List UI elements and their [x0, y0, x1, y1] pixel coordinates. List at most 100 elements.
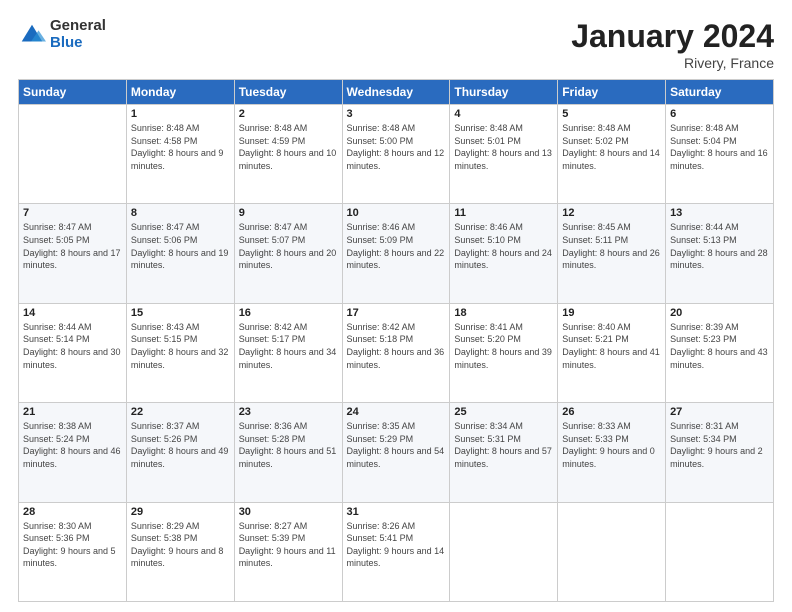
calendar-cell: 15 Sunrise: 8:43 AMSunset: 5:15 PMDayligh…	[126, 303, 234, 402]
day-info: Sunrise: 8:36 AMSunset: 5:28 PMDaylight:…	[239, 420, 338, 470]
day-info: Sunrise: 8:45 AMSunset: 5:11 PMDaylight:…	[562, 221, 661, 271]
day-info: Sunrise: 8:48 AMSunset: 5:01 PMDaylight:…	[454, 122, 553, 172]
day-number: 12	[562, 207, 661, 219]
day-number: 1	[131, 108, 230, 120]
day-info: Sunrise: 8:47 AMSunset: 5:06 PMDaylight:…	[131, 221, 230, 271]
day-info: Sunrise: 8:29 AMSunset: 5:38 PMDaylight:…	[131, 520, 230, 570]
day-info: Sunrise: 8:48 AMSunset: 4:58 PMDaylight:…	[131, 122, 230, 172]
calendar-cell	[558, 502, 666, 601]
day-number: 13	[670, 207, 769, 219]
calendar-cell: 2 Sunrise: 8:48 AMSunset: 4:59 PMDaylight…	[234, 105, 342, 204]
calendar-cell: 23Sunrise: 8:36 AMSunset: 5:28 PMDayligh…	[234, 403, 342, 502]
calendar-cell: 13 Sunrise: 8:44 AMSunset: 5:13 PMDayligh…	[666, 204, 774, 303]
week-row-1: 1 Sunrise: 8:48 AMSunset: 4:58 PMDaylight…	[19, 105, 774, 204]
day-info: Sunrise: 8:27 AMSunset: 5:39 PMDaylight:…	[239, 520, 338, 570]
day-info: Sunrise: 8:47 AMSunset: 5:07 PMDaylight:…	[239, 221, 338, 271]
day-info: Sunrise: 8:38 AMSunset: 5:24 PMDaylight:…	[23, 420, 122, 470]
day-info: Sunrise: 8:42 AMSunset: 5:18 PMDaylight:…	[347, 321, 446, 371]
day-number: 30	[239, 506, 338, 518]
day-info: Sunrise: 8:34 AMSunset: 5:31 PMDaylight:…	[454, 420, 553, 470]
day-info: Sunrise: 8:43 AMSunset: 5:15 PMDaylight:…	[131, 321, 230, 371]
calendar-cell: 28 Sunrise: 8:30 AMSunset: 5:36 PMDayligh…	[19, 502, 127, 601]
calendar-cell: 26Sunrise: 8:33 AMSunset: 5:33 PMDayligh…	[558, 403, 666, 502]
calendar-cell: 29Sunrise: 8:29 AMSunset: 5:38 PMDayligh…	[126, 502, 234, 601]
calendar-cell: 22 Sunrise: 8:37 AMSunset: 5:26 PMDayligh…	[126, 403, 234, 502]
page: General Blue January 2024 Rivery, France…	[0, 0, 792, 612]
calendar-cell: 14 Sunrise: 8:44 AMSunset: 5:14 PMDayligh…	[19, 303, 127, 402]
calendar-table: Sunday Monday Tuesday Wednesday Thursday…	[18, 79, 774, 602]
logo-general: General	[50, 18, 106, 35]
calendar-cell: 21 Sunrise: 8:38 AMSunset: 5:24 PMDayligh…	[19, 403, 127, 502]
day-number: 17	[347, 307, 446, 319]
calendar-cell: 18Sunrise: 8:41 AMSunset: 5:20 PMDayligh…	[450, 303, 558, 402]
day-number: 8	[131, 207, 230, 219]
col-sunday: Sunday	[19, 80, 127, 105]
day-info: Sunrise: 8:41 AMSunset: 5:20 PMDaylight:…	[454, 321, 553, 371]
day-info: Sunrise: 8:48 AMSunset: 5:04 PMDaylight:…	[670, 122, 769, 172]
calendar-cell: 12 Sunrise: 8:45 AMSunset: 5:11 PMDayligh…	[558, 204, 666, 303]
calendar-cell: 4 Sunrise: 8:48 AMSunset: 5:01 PMDaylight…	[450, 105, 558, 204]
calendar-cell: 24Sunrise: 8:35 AMSunset: 5:29 PMDayligh…	[342, 403, 450, 502]
calendar-cell: 8 Sunrise: 8:47 AMSunset: 5:06 PMDaylight…	[126, 204, 234, 303]
day-info: Sunrise: 8:48 AMSunset: 5:02 PMDaylight:…	[562, 122, 661, 172]
calendar-cell	[666, 502, 774, 601]
day-info: Sunrise: 8:40 AMSunset: 5:21 PMDaylight:…	[562, 321, 661, 371]
day-number: 28	[23, 506, 122, 518]
day-number: 26	[562, 406, 661, 418]
logo-icon	[18, 21, 46, 49]
day-info: Sunrise: 8:31 AMSunset: 5:34 PMDaylight:…	[670, 420, 769, 470]
calendar-cell: 17 Sunrise: 8:42 AMSunset: 5:18 PMDayligh…	[342, 303, 450, 402]
location: Rivery, France	[571, 55, 774, 71]
header-row: Sunday Monday Tuesday Wednesday Thursday…	[19, 80, 774, 105]
calendar-cell: 10 Sunrise: 8:46 AMSunset: 5:09 PMDayligh…	[342, 204, 450, 303]
calendar-cell	[19, 105, 127, 204]
calendar-cell: 6 Sunrise: 8:48 AMSunset: 5:04 PMDaylight…	[666, 105, 774, 204]
day-number: 21	[23, 406, 122, 418]
day-number: 9	[239, 207, 338, 219]
logo-blue: Blue	[50, 35, 106, 52]
day-number: 6	[670, 108, 769, 120]
col-wednesday: Wednesday	[342, 80, 450, 105]
header: General Blue January 2024 Rivery, France	[18, 18, 774, 71]
day-info: Sunrise: 8:44 AMSunset: 5:14 PMDaylight:…	[23, 321, 122, 371]
logo-text: General Blue	[50, 18, 106, 51]
day-info: Sunrise: 8:46 AMSunset: 5:10 PMDaylight:…	[454, 221, 553, 271]
calendar-cell: 9 Sunrise: 8:47 AMSunset: 5:07 PMDaylight…	[234, 204, 342, 303]
day-number: 2	[239, 108, 338, 120]
day-number: 16	[239, 307, 338, 319]
day-number: 31	[347, 506, 446, 518]
day-info: Sunrise: 8:35 AMSunset: 5:29 PMDaylight:…	[347, 420, 446, 470]
col-saturday: Saturday	[666, 80, 774, 105]
day-number: 20	[670, 307, 769, 319]
calendar-cell: 20 Sunrise: 8:39 AMSunset: 5:23 PMDayligh…	[666, 303, 774, 402]
main-title: January 2024	[571, 18, 774, 55]
day-info: Sunrise: 8:30 AMSunset: 5:36 PMDaylight:…	[23, 520, 122, 570]
day-number: 4	[454, 108, 553, 120]
col-friday: Friday	[558, 80, 666, 105]
calendar-cell: 25Sunrise: 8:34 AMSunset: 5:31 PMDayligh…	[450, 403, 558, 502]
week-row-3: 14 Sunrise: 8:44 AMSunset: 5:14 PMDayligh…	[19, 303, 774, 402]
calendar-cell: 3 Sunrise: 8:48 AMSunset: 5:00 PMDaylight…	[342, 105, 450, 204]
day-number: 11	[454, 207, 553, 219]
logo: General Blue	[18, 18, 106, 51]
day-info: Sunrise: 8:48 AMSunset: 5:00 PMDaylight:…	[347, 122, 446, 172]
day-info: Sunrise: 8:39 AMSunset: 5:23 PMDaylight:…	[670, 321, 769, 371]
day-number: 7	[23, 207, 122, 219]
col-monday: Monday	[126, 80, 234, 105]
day-number: 15	[131, 307, 230, 319]
calendar-cell: 11 Sunrise: 8:46 AMSunset: 5:10 PMDayligh…	[450, 204, 558, 303]
day-info: Sunrise: 8:44 AMSunset: 5:13 PMDaylight:…	[670, 221, 769, 271]
day-number: 22	[131, 406, 230, 418]
day-info: Sunrise: 8:46 AMSunset: 5:09 PMDaylight:…	[347, 221, 446, 271]
day-number: 14	[23, 307, 122, 319]
day-info: Sunrise: 8:37 AMSunset: 5:26 PMDaylight:…	[131, 420, 230, 470]
col-tuesday: Tuesday	[234, 80, 342, 105]
calendar-cell	[450, 502, 558, 601]
day-number: 19	[562, 307, 661, 319]
day-info: Sunrise: 8:42 AMSunset: 5:17 PMDaylight:…	[239, 321, 338, 371]
day-info: Sunrise: 8:48 AMSunset: 4:59 PMDaylight:…	[239, 122, 338, 172]
week-row-2: 7Sunrise: 8:47 AMSunset: 5:05 PMDaylight…	[19, 204, 774, 303]
day-number: 3	[347, 108, 446, 120]
day-number: 5	[562, 108, 661, 120]
day-number: 10	[347, 207, 446, 219]
